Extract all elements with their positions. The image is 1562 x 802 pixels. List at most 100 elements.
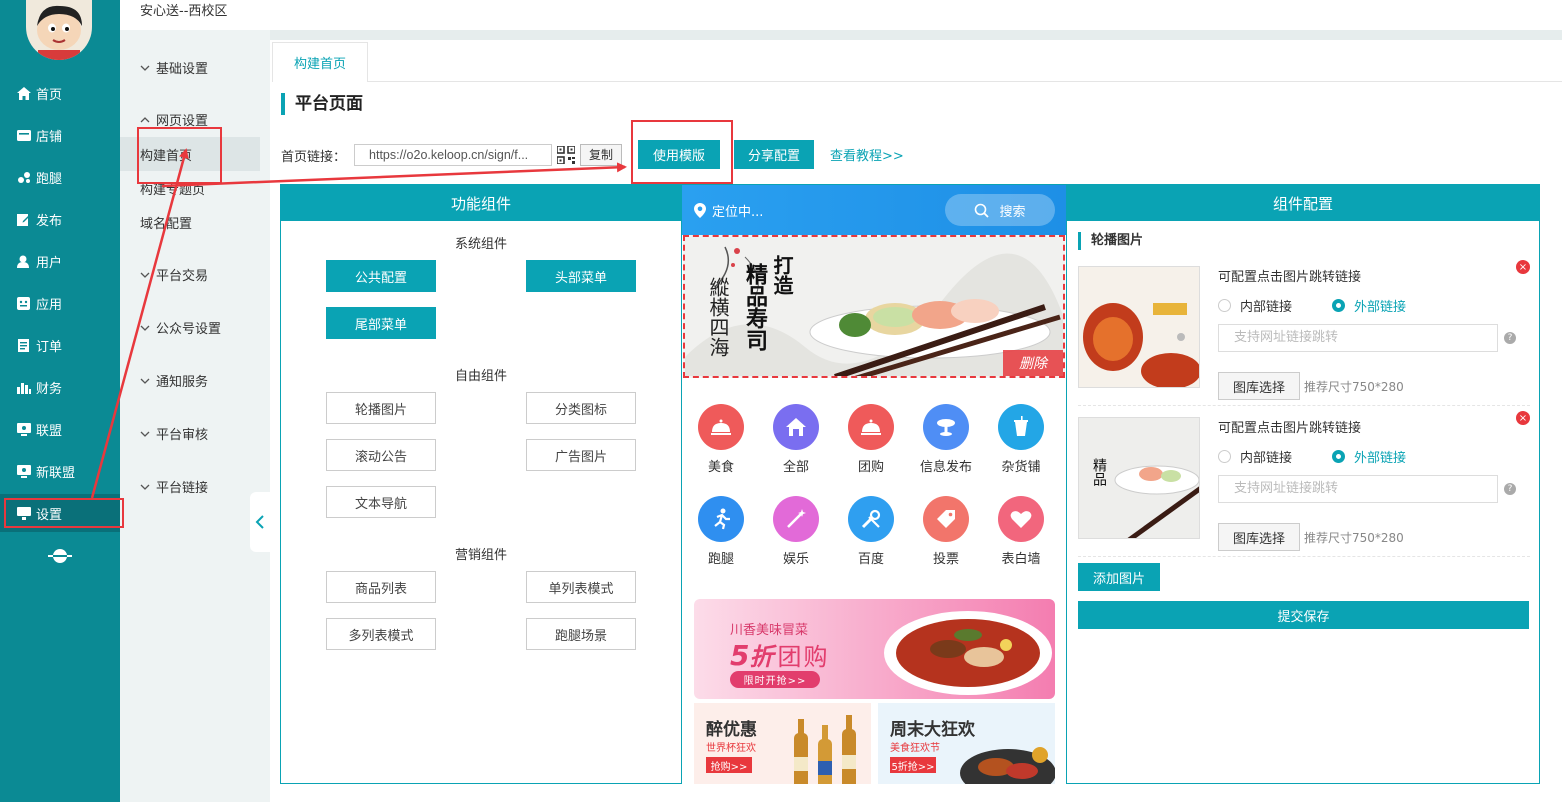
promo-left[interactable]: 醉优惠 世界杯狂欢 抢购>> (694, 703, 871, 784)
carousel-thumbnail[interactable] (1078, 266, 1200, 388)
category-baidu[interactable]: 百度 (841, 496, 901, 567)
beer-bottles-image (794, 715, 856, 784)
house-icon (773, 404, 819, 450)
tutorial-link[interactable]: 查看教程>> (830, 145, 904, 164)
tab-build-home[interactable]: 构建首页 (272, 42, 368, 82)
magic-wand-icon (773, 496, 819, 542)
nav-item-home[interactable]: 首页 (0, 74, 120, 112)
nav-item-alliance[interactable]: 联盟 (0, 410, 120, 448)
subnav-link-build-topic[interactable]: 构建专题页 (120, 171, 260, 205)
subnav-group-audit[interactable]: 平台审核 (140, 424, 208, 443)
category-group-buy[interactable]: 团购 (841, 404, 901, 475)
nav-item-publish[interactable]: 发布 (0, 200, 120, 238)
subnav-group-trade[interactable]: 平台交易 (140, 265, 208, 284)
avatar[interactable] (26, 0, 92, 60)
component-marquee[interactable]: 滚动公告 (326, 439, 436, 471)
category-errand[interactable]: 跑腿 (691, 496, 751, 567)
category-info-publish[interactable]: 信息发布 (916, 404, 976, 475)
radio-internal-link[interactable]: 内部链接 (1218, 296, 1292, 315)
nav-item-store[interactable]: 店铺 (0, 116, 120, 154)
promo-right-sub: 美食狂欢节 (890, 743, 940, 754)
app-icon (16, 296, 32, 310)
category-label: 投票 (932, 552, 959, 567)
promo-cta[interactable]: 限时开抢>> (730, 671, 820, 688)
promo-right[interactable]: 周末大狂欢 美食狂欢节 5折抢>> (878, 703, 1055, 784)
nav-item-new-alliance[interactable]: 新联盟 (0, 452, 120, 490)
subnav-group-label: 网页设置 (156, 114, 209, 129)
subnav-group-links[interactable]: 平台链接 (140, 477, 208, 496)
radio-external-link[interactable]: 外部链接 (1332, 296, 1406, 315)
phone-search-button[interactable]: 搜索 (945, 194, 1055, 226)
share-config-button[interactable]: 分享配置 (734, 140, 814, 169)
component-header-menu[interactable]: 头部菜单 (526, 260, 636, 292)
category-food[interactable]: 美食 (691, 404, 751, 475)
category-confession-wall[interactable]: 表白墙 (991, 496, 1051, 567)
use-template-button[interactable]: 使用模版 (638, 140, 720, 169)
remove-image-icon[interactable]: × (1516, 411, 1530, 425)
nav-item-order[interactable]: 订单 (0, 326, 120, 364)
help-icon[interactable]: ? (1504, 332, 1516, 344)
component-single-list[interactable]: 单列表模式 (526, 571, 636, 603)
carousel-banner[interactable]: 打造 精品寿司 縱横四海 删除 (683, 235, 1065, 378)
gallery-select-button[interactable]: 图库选择 (1218, 372, 1300, 400)
radio-external-link[interactable]: 外部链接 (1332, 447, 1406, 466)
component-public-config[interactable]: 公共配置 (326, 260, 436, 292)
chevron-down-icon (140, 272, 150, 278)
subnav-group-wechat[interactable]: 公众号设置 (140, 318, 221, 337)
home-url-input[interactable]: https://o2o.keloop.cn/sign/f... (354, 144, 553, 166)
page-title: 平台页面 (281, 93, 363, 115)
component-multi-list[interactable]: 多列表模式 (326, 618, 436, 650)
remove-image-icon[interactable]: × (1516, 260, 1530, 274)
qrcode-icon[interactable] (557, 146, 576, 164)
nav-label: 订单 (36, 339, 63, 355)
alliance-icon (16, 422, 32, 436)
gallery-select-button[interactable]: 图库选择 (1218, 523, 1300, 551)
location-indicator[interactable]: 定位中... (694, 201, 763, 220)
subnav-link-build-home[interactable]: 构建首页 (120, 137, 260, 171)
component-footer-menu[interactable]: 尾部菜单 (326, 307, 436, 339)
promo-left-cta[interactable]: 抢购>> (706, 757, 752, 773)
promo-main-zhe: 折 (749, 643, 774, 671)
nav-label: 店铺 (36, 129, 63, 145)
collapse-subnav-button[interactable] (250, 492, 270, 552)
chevron-down-icon (140, 378, 150, 384)
component-errand-scene[interactable]: 跑腿场景 (526, 618, 636, 650)
radio-internal-link[interactable]: 内部链接 (1218, 447, 1292, 466)
component-ad-image[interactable]: 广告图片 (526, 439, 636, 471)
nav-label: 联盟 (36, 423, 63, 439)
category-all[interactable]: 全部 (766, 404, 826, 475)
subnav-link-domain[interactable]: 域名配置 (120, 205, 260, 239)
nav-label: 发布 (36, 213, 63, 229)
help-icon[interactable]: ? (1504, 483, 1516, 495)
subnav-group-web[interactable]: 网页设置 (140, 110, 208, 129)
subnav-group-basic[interactable]: 基础设置 (140, 58, 208, 77)
promo-right-cta[interactable]: 5折抢>> (890, 757, 936, 773)
promo-banner[interactable]: 川香美味冒菜 5 折 团购 限时开抢>> (694, 599, 1055, 699)
category-grocery[interactable]: 杂货铺 (991, 404, 1051, 475)
nav-item-user[interactable]: 用户 (0, 242, 120, 280)
nav-item-errand[interactable]: 跑腿 (0, 158, 120, 196)
promo-left-sub: 世界杯狂欢 (706, 743, 756, 754)
globe-icon[interactable] (48, 546, 72, 566)
subnav-group-notify[interactable]: 通知服务 (140, 371, 208, 390)
nav-item-finance[interactable]: 财务 (0, 368, 120, 406)
category-vote[interactable]: 投票 (916, 496, 976, 567)
link-url-input[interactable]: 支持网址链接跳转 (1218, 475, 1498, 503)
copy-button[interactable]: 复制 (580, 144, 623, 166)
component-carousel[interactable]: 轮播图片 (326, 392, 436, 424)
category-entertainment[interactable]: 娱乐 (766, 496, 826, 567)
nav-label: 首页 (36, 87, 63, 103)
runner-icon (698, 496, 744, 542)
add-image-button[interactable]: 添加图片 (1078, 563, 1160, 591)
config-section-title: 轮播图片 (1078, 232, 1143, 250)
component-product-list[interactable]: 商品列表 (326, 571, 436, 603)
nav-item-app[interactable]: 应用 (0, 284, 120, 322)
carousel-thumbnail[interactable]: 精品 (1078, 417, 1200, 539)
banner-delete-button[interactable]: 删除 (1003, 350, 1063, 376)
radio-dot (1218, 299, 1231, 312)
link-url-input[interactable]: 支持网址链接跳转 (1218, 324, 1498, 352)
component-text-nav[interactable]: 文本导航 (326, 486, 436, 518)
nav-item-settings[interactable]: 设置 (0, 494, 120, 532)
submit-save-button[interactable]: 提交保存 (1078, 601, 1529, 629)
component-category-icons[interactable]: 分类图标 (526, 392, 636, 424)
